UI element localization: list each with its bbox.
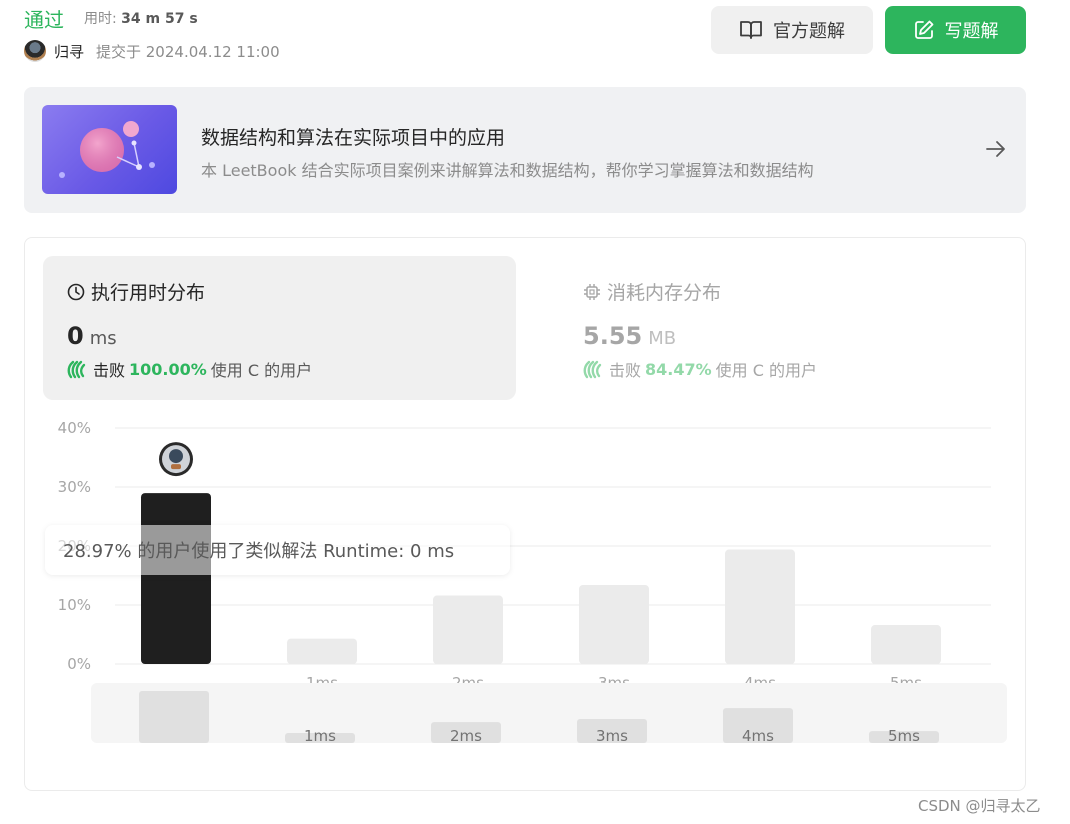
time-value: 34 m 57 s (121, 11, 198, 27)
chart-tooltip: 28.97% 的用户使用了类似解法 Runtime: 0 ms (45, 525, 510, 575)
memory-title: 消耗内存分布 (583, 278, 721, 305)
runtime-title-text: 执行用时分布 (91, 282, 206, 304)
y-tick-label: 30% (58, 478, 91, 496)
memory-beats-percent: 84.47% (645, 359, 712, 379)
official-solution-label: 官方题解 (773, 21, 845, 42)
avatar[interactable] (24, 40, 46, 62)
overview-tick-label: 3ms (596, 727, 628, 745)
runtime-distribution-tab[interactable]: 执行用时分布 0 ms 击败 100.00% 使用 C 的用户 (43, 256, 516, 400)
runtime-beats: 击败 100.00% 使用 C 的用户 (67, 357, 312, 381)
memory-value: 5.55 MB (583, 322, 676, 350)
avatar-marker-tree (169, 449, 183, 464)
overview-tick-label: 2ms (450, 727, 482, 745)
memory-beats-label: 击败 (609, 361, 642, 380)
leetbook-description: 本 LeetBook 结合实际项目案例来讲解算法和数据结构，帮你学习掌握算法和数… (201, 161, 814, 180)
runtime-beats-suffix: 使用 C 的用户 (210, 361, 313, 380)
edit-icon (914, 20, 933, 39)
y-tick-label: 40% (58, 419, 91, 437)
official-solution-button[interactable]: 官方题解 (711, 6, 873, 54)
y-tick-label: 0% (67, 655, 91, 673)
submit-timestamp: 提交于 2024.04.12 11:00 (96, 43, 280, 61)
chart-bar (433, 595, 503, 664)
username-link[interactable]: 归寻 (54, 41, 84, 62)
chart-bar (725, 549, 795, 664)
chip-icon (584, 283, 600, 300)
overview-tick-label: 4ms (742, 727, 774, 745)
chart-bar (579, 584, 649, 664)
memory-title-text: 消耗内存分布 (607, 282, 722, 304)
runtime-beats-percent: 100.00% (129, 359, 207, 379)
chart-bar (871, 625, 941, 664)
memory-beats-suffix: 使用 C 的用户 (715, 361, 818, 380)
clapping-hands-icon (67, 360, 86, 379)
csdn-watermark: CSDN @归寻太乙 (918, 797, 1041, 815)
submission-stats-card: 执行用时分布 0 ms 击败 100.00% 使用 C 的用户 消耗内存分布 5.… (24, 237, 1026, 791)
runtime-title: 执行用时分布 (67, 278, 205, 305)
write-solution-button[interactable]: 写题解 (885, 6, 1026, 54)
memory-beats: 击败 84.47% 使用 C 的用户 (583, 357, 817, 381)
overview-bar (139, 691, 209, 743)
overview-tick-label: 1ms (304, 727, 336, 745)
chart-bar (287, 638, 357, 664)
runtime-number: 0 (67, 322, 84, 350)
runtime-label: 用时: 34 m 57 s (84, 8, 198, 28)
write-solution-label: 写题解 (944, 21, 999, 42)
book-open-icon (740, 21, 762, 39)
runtime-unit: ms (89, 328, 117, 349)
leetbook-cover-image (42, 105, 177, 194)
avatar-marker-pot (171, 464, 181, 470)
leetbook-banner[interactable]: 数据结构和算法在实际项目中的应用 本 LeetBook 结合实际项目案例来讲解算… (24, 87, 1026, 213)
runtime-beats-label: 击败 (93, 361, 126, 380)
y-tick-label: 10% (58, 596, 91, 614)
clapping-hands-icon (583, 360, 602, 379)
arrow-right-icon[interactable] (984, 137, 1008, 161)
clock-icon (67, 283, 85, 300)
chart-bar (141, 493, 211, 664)
memory-number: 5.55 (583, 322, 643, 350)
memory-unit: MB (648, 328, 677, 349)
runtime-distribution-chart[interactable]: 0%10%20%30%40%1ms2ms3ms4ms5ms1ms2ms3ms4m… (25, 408, 1025, 788)
runtime-value: 0 ms (67, 322, 117, 350)
leetbook-title: 数据结构和算法在实际项目中的应用 (201, 127, 506, 149)
overview-tick-label: 5ms (888, 727, 920, 745)
memory-distribution-tab[interactable]: 消耗内存分布 5.55 MB 击败 84.47% 使用 C 的用户 (559, 256, 999, 400)
time-label-text: 用时: (84, 11, 122, 27)
status-accepted: 通过 (24, 8, 64, 32)
